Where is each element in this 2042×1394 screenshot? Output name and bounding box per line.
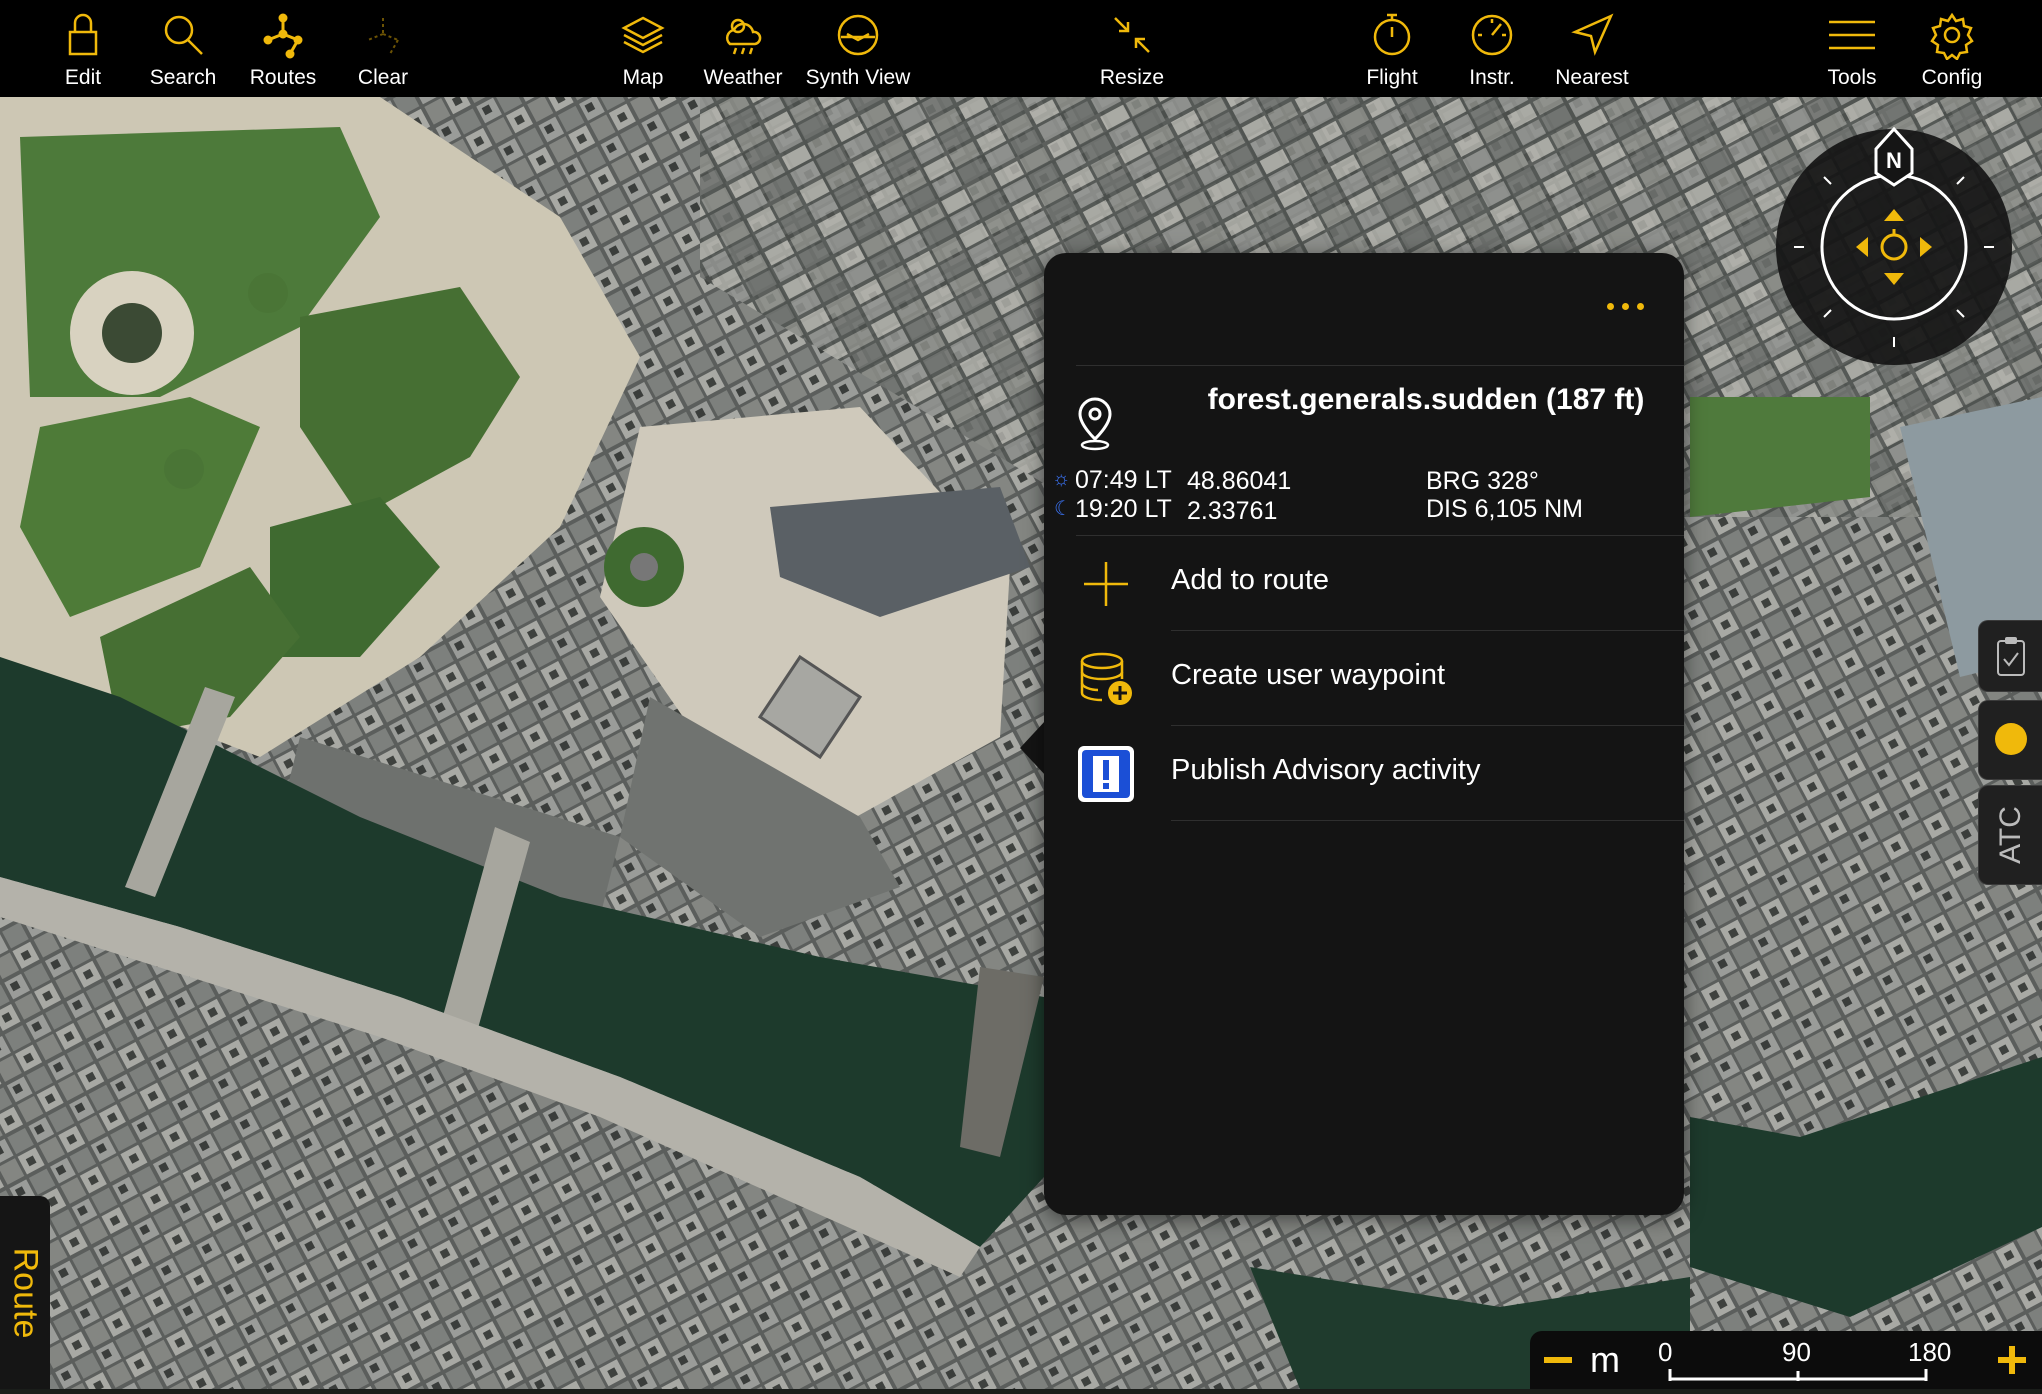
scale-tick-0: 0 <box>1658 1337 1673 1367</box>
routes-button[interactable]: Routes <box>228 0 338 97</box>
resize-label: Resize <box>1099 66 1165 89</box>
weather-button[interactable]: Weather <box>688 0 798 97</box>
weather-icon <box>725 18 762 55</box>
attitude-indicator-icon <box>837 14 879 56</box>
status-dot-icon <box>1995 723 2027 755</box>
plus-icon <box>1998 1346 2026 1374</box>
resize-icon <box>1114 17 1150 53</box>
top-toolbar: Edit Search Routes Clear Map Weather Syn… <box>0 0 2042 97</box>
create-user-waypoint-item[interactable]: Create user waypoint <box>1044 631 1684 726</box>
scale-tick-180: 180 <box>1908 1337 1952 1367</box>
divider <box>1076 365 1684 366</box>
zoom-in-button[interactable] <box>1992 1331 2042 1389</box>
sunrise-icon: ☼ <box>1052 468 1071 490</box>
synth-view-button[interactable]: Synth View <box>803 0 913 97</box>
routes-label: Routes <box>249 66 317 89</box>
weather-label: Weather <box>703 66 783 89</box>
instruments-button[interactable]: Instr. <box>1437 0 1547 97</box>
layers-icon <box>621 16 665 54</box>
clear-routes-icon <box>367 18 399 55</box>
nearest-label: Nearest <box>1555 66 1629 89</box>
routes-icon <box>263 13 303 59</box>
compass-north-label: N <box>1886 148 1902 173</box>
edit-label: Edit <box>64 66 102 89</box>
checklist-icon <box>1997 637 2025 676</box>
scale-unit: m <box>1590 1339 1620 1380</box>
sunset-time: 19:20 LT <box>1075 495 1172 523</box>
publish-advisory-label: Publish Advisory activity <box>1171 754 1481 786</box>
sunrise-time: 07:49 LT <box>1075 466 1172 494</box>
config-label: Config <box>1921 66 1983 89</box>
lock-icon <box>68 13 98 56</box>
latitude-value: 48.86041 <box>1187 467 1292 495</box>
route-tab[interactable]: Route <box>0 1196 50 1389</box>
atc-tab[interactable]: ATC <box>1978 785 2042 885</box>
more-dot-icon <box>1622 303 1629 310</box>
add-to-route-item[interactable]: Add to route <box>1044 536 1684 631</box>
nearest-button[interactable]: Nearest <box>1537 0 1647 97</box>
stopwatch-icon <box>1373 13 1411 56</box>
search-icon <box>164 15 203 55</box>
distance-value: DIS 6,105 NM <box>1426 495 1584 523</box>
database-add-icon <box>1080 652 1132 705</box>
map-label: Map <box>622 66 664 89</box>
location-pin-icon <box>1078 397 1112 451</box>
advisory-icon <box>1078 746 1134 802</box>
scale-bar: m 0 90 180 <box>1530 1331 2042 1389</box>
config-button[interactable]: Config <box>1897 0 2007 97</box>
compass-rose[interactable]: N <box>1774 127 2014 367</box>
plus-icon <box>1084 562 1128 606</box>
gauge-icon <box>1471 14 1513 56</box>
menu-icon <box>1829 20 1875 50</box>
more-dot-icon <box>1607 303 1614 310</box>
traffic-tab[interactable] <box>1978 700 2042 780</box>
resize-button[interactable]: Resize <box>1077 0 1187 97</box>
search-button[interactable]: Search <box>128 0 238 97</box>
tools-label: Tools <box>1827 66 1877 89</box>
divider <box>1171 820 1684 821</box>
create-user-waypoint-label: Create user waypoint <box>1171 659 1446 691</box>
bearing-value: BRG 328° <box>1426 467 1539 495</box>
waypoint-popup: forest.generals.sudden (187 ft) ☼ 07:49 … <box>1044 253 1684 1215</box>
instruments-label: Instr. <box>1469 66 1515 89</box>
scale-ruler <box>1668 1369 1928 1381</box>
search-label: Search <box>149 66 217 89</box>
scale-tick-90: 90 <box>1782 1337 1811 1367</box>
clear-label: Clear <box>357 66 409 89</box>
gear-icon <box>1930 12 1974 60</box>
more-options-button[interactable] <box>1607 303 1644 310</box>
zoom-out-button[interactable] <box>1538 1331 1588 1389</box>
clear-button[interactable]: Clear <box>328 0 438 97</box>
waypoint-title: forest.generals.sudden (187 ft) <box>1207 383 1645 416</box>
route-tab-label: Route <box>6 1247 45 1338</box>
more-dot-icon <box>1637 303 1644 310</box>
atc-label: ATC <box>1994 806 2027 864</box>
edit-button[interactable]: Edit <box>28 0 138 97</box>
synth-view-label: Synth View <box>805 66 911 89</box>
publish-advisory-item[interactable]: Publish Advisory activity <box>1044 726 1684 821</box>
minus-icon <box>1544 1357 1572 1363</box>
longitude-value: 2.33761 <box>1187 497 1278 525</box>
popup-pointer <box>1020 720 1046 776</box>
checklist-tab[interactable] <box>1978 620 2042 692</box>
location-arrow-icon <box>1571 13 1614 56</box>
map-button[interactable]: Map <box>588 0 698 97</box>
add-to-route-label: Add to route <box>1171 564 1329 596</box>
moon-icon: ☾ <box>1054 498 1072 520</box>
tools-button[interactable]: Tools <box>1797 0 1907 97</box>
flight-label: Flight <box>1366 66 1418 89</box>
flight-button[interactable]: Flight <box>1337 0 1447 97</box>
